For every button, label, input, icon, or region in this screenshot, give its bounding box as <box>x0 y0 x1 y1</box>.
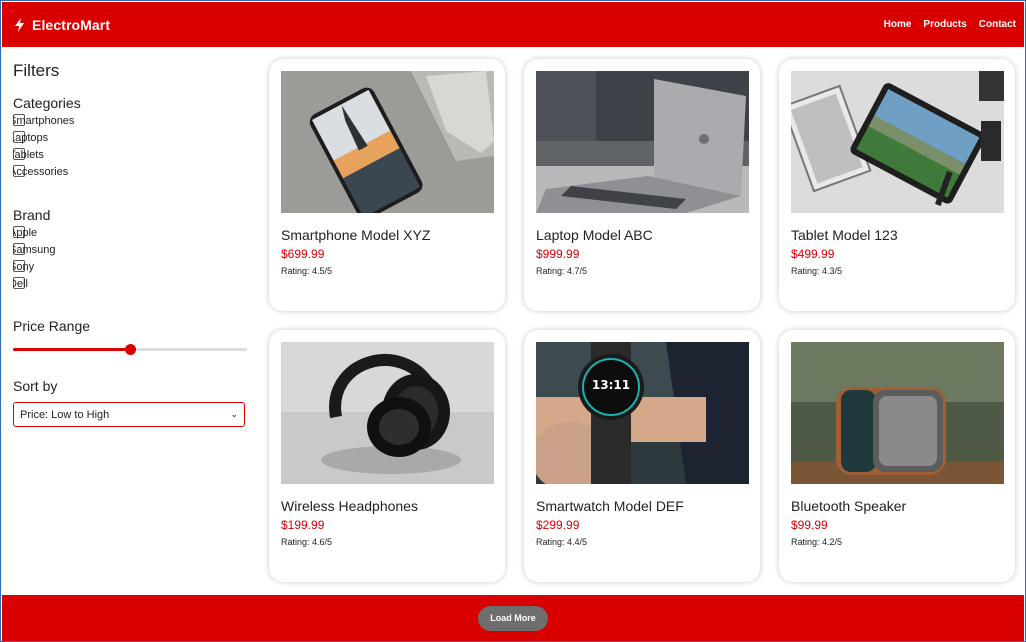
header-bar: ElectroMart Home Products Contact <box>2 2 1024 47</box>
category-label: Tablets <box>13 149 44 161</box>
brand-label: Apple <box>13 227 38 239</box>
brand-label: Dell <box>13 278 28 290</box>
product-price: $699.99 <box>281 247 325 261</box>
nav-contact-link[interactable]: Contact <box>979 19 1016 30</box>
brand-item[interactable]: Dell <box>13 277 50 294</box>
brand-list: Apple Samsung Sony Dell <box>13 226 55 294</box>
product-card[interactable]: Wireless Headphones $199.99 Rating: 4.6/… <box>269 330 505 582</box>
svg-text:13:11: 13:11 <box>592 378 630 392</box>
category-label: Smartphones <box>13 115 75 127</box>
chevron-down-icon: ⌄ <box>230 409 238 419</box>
load-more-button[interactable]: Load More <box>478 605 548 631</box>
sort-select-value: Price: Low to High <box>20 408 110 421</box>
brand-heading: Brand <box>13 207 51 223</box>
product-rating: Rating: 4.7/5 <box>536 266 588 276</box>
product-rating: Rating: 4.4/5 <box>536 537 588 547</box>
filters-title: Filters <box>13 61 60 80</box>
headphones-image <box>281 342 494 484</box>
nav-products-link[interactable]: Products <box>923 19 966 30</box>
bolt-icon <box>15 17 24 32</box>
category-item[interactable]: Smartphones <box>13 114 81 131</box>
product-price: $999.99 <box>536 247 580 261</box>
product-card[interactable]: Smartphone Model XYZ $699.99 Rating: 4.5… <box>269 59 505 311</box>
main-nav: Home Products Contact <box>884 19 1016 30</box>
brand-item[interactable]: Samsung <box>13 243 55 260</box>
price-range-slider[interactable] <box>13 342 247 358</box>
product-title[interactable]: Wireless Headphones <box>281 498 418 514</box>
page-frame: ElectroMart Home Products Contact Filter… <box>0 0 1026 642</box>
price-range-heading: Price Range <box>13 318 91 334</box>
brand-section: Brand Apple Samsung Sony Dell <box>13 207 55 294</box>
slider-fill <box>13 348 130 351</box>
category-item[interactable]: Laptops <box>13 131 81 148</box>
filters-sidebar: Filters Categories Smartphones Laptops T… <box>13 57 249 427</box>
nav-home-link[interactable]: Home <box>884 19 912 30</box>
product-title[interactable]: Bluetooth Speaker <box>791 498 906 514</box>
product-rating: Rating: 4.5/5 <box>281 266 333 276</box>
laptop-image <box>536 71 749 213</box>
brand-label: Sony <box>13 261 35 273</box>
product-image-tablet[interactable] <box>791 71 1004 213</box>
product-image-headphones[interactable] <box>281 342 494 484</box>
product-rating: Rating: 4.6/5 <box>281 537 333 547</box>
product-title[interactable]: Laptop Model ABC <box>536 227 653 243</box>
sort-heading: Sort by <box>13 378 58 394</box>
categories-section: Categories Smartphones Laptops Tablets A… <box>13 95 81 182</box>
sort-select[interactable]: Price: Low to High ⌄ <box>13 402 245 427</box>
product-title[interactable]: Smartphone Model XYZ <box>281 227 430 243</box>
brand-logo[interactable]: ElectroMart <box>14 17 110 33</box>
product-image-smartphone[interactable] <box>281 71 494 213</box>
category-item[interactable]: Tablets <box>13 148 81 165</box>
product-card[interactable]: Bluetooth Speaker $99.99 Rating: 4.2/5 <box>779 330 1015 582</box>
tablet-image <box>791 71 1004 213</box>
category-item[interactable]: Accessories <box>13 165 81 182</box>
slider-thumb[interactable] <box>125 344 136 355</box>
brand-label: Samsung <box>13 244 56 256</box>
brand-item[interactable]: Sony <box>13 260 50 277</box>
smartwatch-image: 13:11 <box>536 342 749 484</box>
category-label: Laptops <box>13 132 49 144</box>
sort-section: Sort by Price: Low to High ⌄ <box>13 378 249 427</box>
product-image-speaker[interactable] <box>791 342 1004 484</box>
product-rating: Rating: 4.2/5 <box>791 537 843 547</box>
category-label: Accessories <box>13 166 69 178</box>
product-price: $299.99 <box>536 518 580 532</box>
product-price: $99.99 <box>791 518 828 532</box>
categories-list: Smartphones Laptops Tablets Accessories <box>13 114 81 182</box>
footer-bar: Load More <box>2 595 1024 641</box>
smartphone-image <box>281 71 494 213</box>
product-image-laptop[interactable] <box>536 71 749 213</box>
product-image-smartwatch[interactable]: 13:11 <box>536 342 749 484</box>
product-rating: Rating: 4.3/5 <box>791 266 843 276</box>
product-price: $499.99 <box>791 247 835 261</box>
brand-item[interactable]: Apple <box>13 226 50 243</box>
product-card[interactable]: Tablet Model 123 $499.99 Rating: 4.3/5 <box>779 59 1015 311</box>
product-price: $199.99 <box>281 518 325 532</box>
categories-heading: Categories <box>13 95 81 111</box>
price-range-section: Price Range <box>13 318 249 358</box>
speaker-image <box>791 342 1004 484</box>
product-title[interactable]: Tablet Model 123 <box>791 227 898 243</box>
product-card[interactable]: Laptop Model ABC $999.99 Rating: 4.7/5 <box>524 59 760 311</box>
product-card[interactable]: 13:11 Smartwatch Model DEF $299.99 Ratin… <box>524 330 760 582</box>
product-title[interactable]: Smartwatch Model DEF <box>536 498 684 514</box>
brand-name: ElectroMart <box>32 16 111 33</box>
